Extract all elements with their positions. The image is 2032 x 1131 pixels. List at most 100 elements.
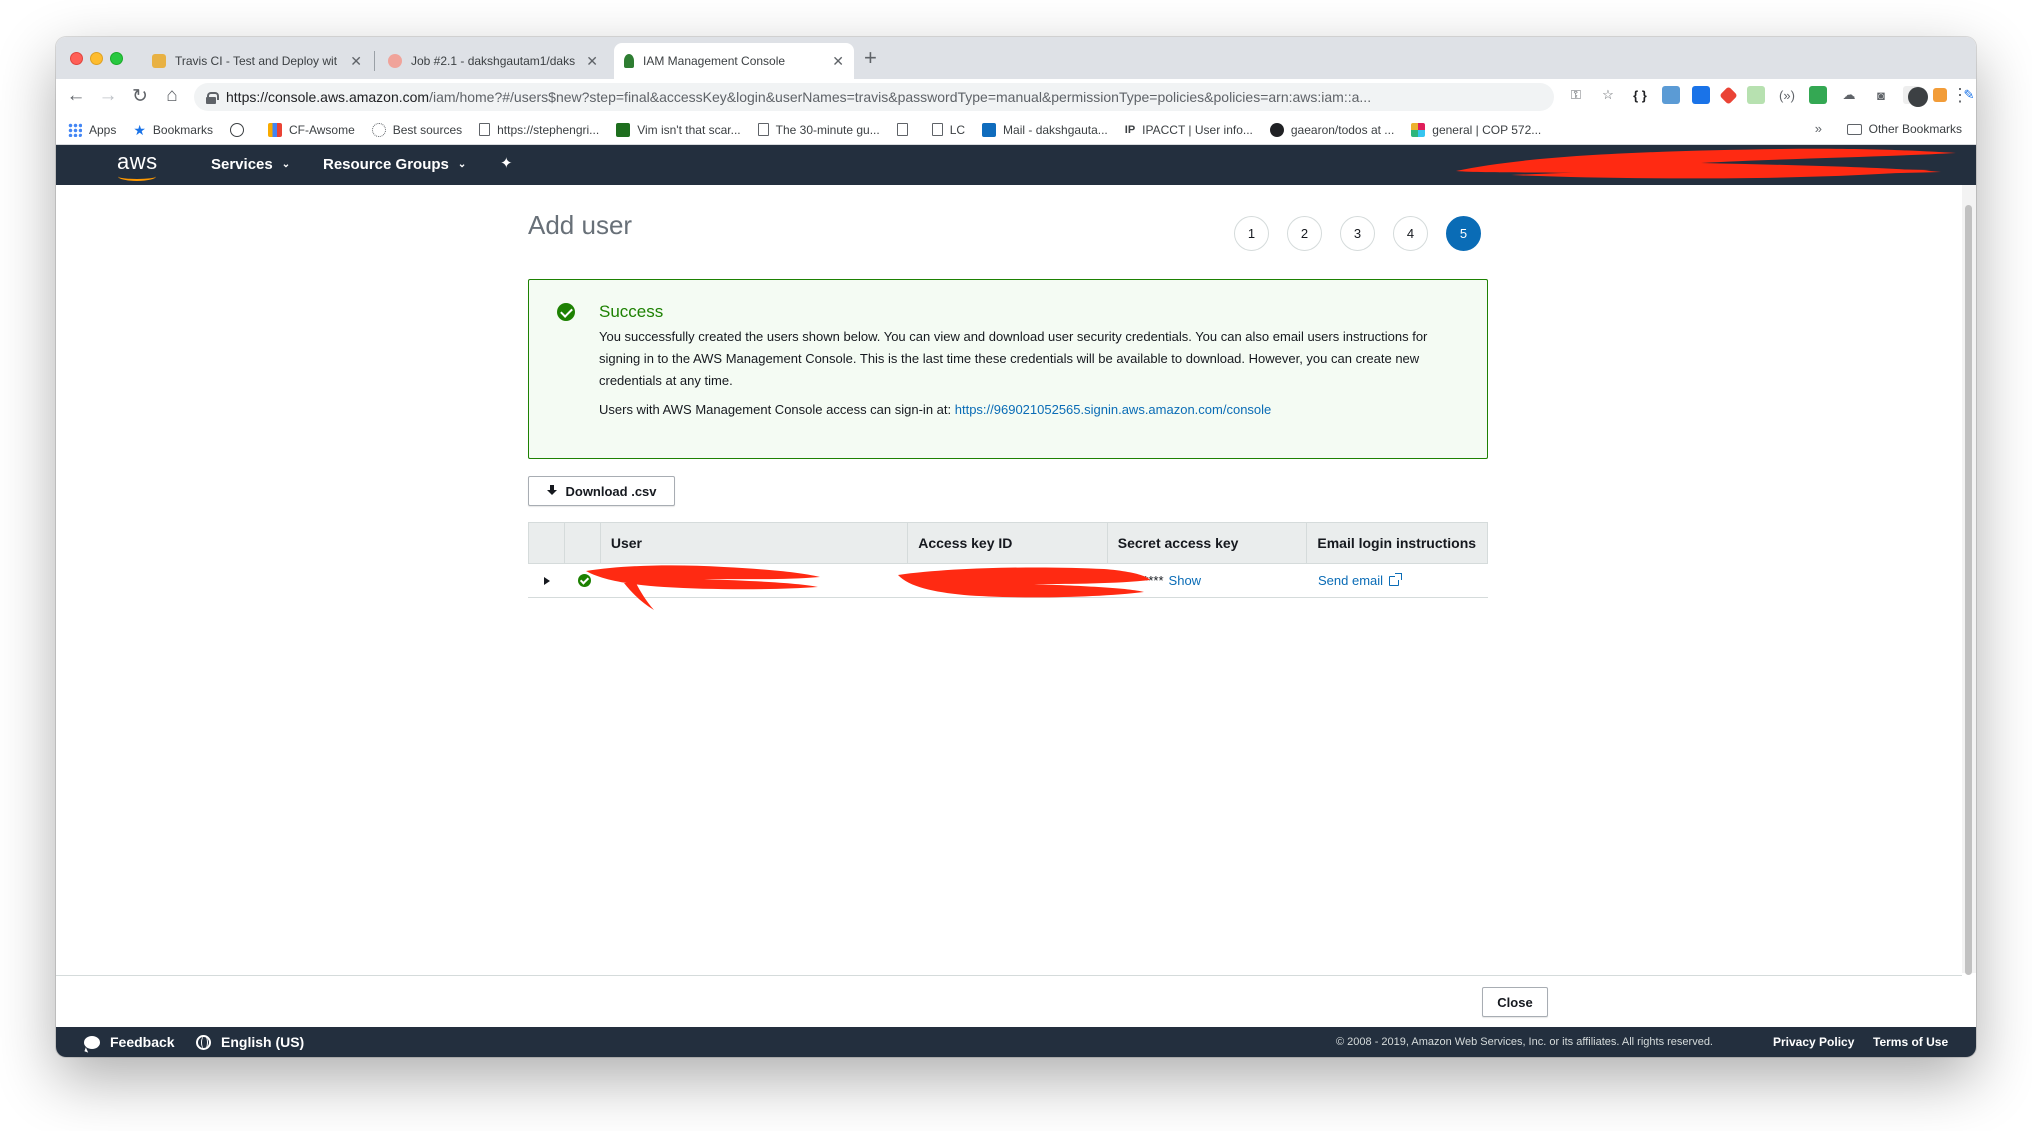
close-tab-icon[interactable]: ✕ [832,53,844,70]
extension-fox-icon[interactable] [1933,88,1947,102]
close-tab-icon[interactable]: ✕ [350,53,362,70]
terms-of-use-link[interactable]: Terms of Use [1873,1035,1948,1049]
extension-code-icon[interactable]: (») [1777,85,1797,105]
table-header: User Access key ID Secret access key Ema… [528,522,1488,564]
camera-icon[interactable]: ◙ [1871,85,1891,105]
lock-icon [206,91,219,104]
bookmark-30-minute[interactable]: The 30-minute gu... [757,122,880,137]
bookmark-best-sources[interactable]: Best sources [371,122,463,137]
other-bookmarks-label: Other Bookmarks [1868,122,1962,136]
step-2[interactable]: 2 [1287,216,1322,251]
home-icon[interactable]: ⌂ [160,85,184,107]
extension-timer-icon[interactable] [1692,86,1710,104]
other-bookmarks[interactable]: Other Bookmarks [1846,122,1962,136]
signin-url-link[interactable]: https://969021052565.signin.aws.amazon.c… [955,402,1272,417]
alert-body: You successfully created the users shown… [599,329,1428,388]
speech-bubble-icon [84,1035,100,1049]
wizard-steps: 1 2 3 4 5 [1234,216,1481,251]
json-extension-icon[interactable]: { } [1630,85,1650,105]
chevron-down-icon: ⌄ [457,159,467,170]
show-secret-link[interactable]: Show [1169,573,1202,588]
aws-smile-icon [118,172,156,181]
travis-favicon-icon [152,54,166,68]
resource-groups-menu[interactable]: Resource Groups ⌄ [323,156,466,173]
github-icon [1269,122,1284,137]
reload-icon[interactable]: ↻ [128,85,152,108]
maximize-window-button[interactable] [110,52,123,65]
bookmark-label: The 30-minute gu... [775,122,880,137]
bookmark-stephengrider[interactable]: https://stephengri... [479,123,599,137]
forward-arrow-icon[interactable]: → [96,85,120,107]
bookmark-general[interactable]: general | COP 572... [1411,122,1541,137]
browser-toolbar: ← → ↻ ⌂ https://console.aws.amazon.com/i… [56,79,1976,115]
tab-title: Job #2.1 - dakshgautam1/daks [411,54,576,68]
bookmark-apps[interactable]: Apps [68,122,116,137]
tab-travis-ci[interactable]: Travis CI - Test and Deploy wit ✕ [142,43,372,79]
step-4[interactable]: 4 [1393,216,1428,251]
bookmark-vim[interactable]: Vim isn't that scar... [616,122,741,137]
close-tab-icon[interactable]: ✕ [586,53,598,70]
pin-icon[interactable]: ✦ [500,154,513,172]
bookmark-blank-page[interactable] [896,123,915,136]
email-cell: Send email [1308,564,1488,597]
tab-iam-console[interactable]: IAM Management Console ✕ [614,43,854,79]
cloud-icon[interactable]: ☁ [1839,85,1859,105]
extension-sheet-icon[interactable] [1747,86,1765,104]
feedback-link[interactable]: Feedback [84,1034,175,1050]
chevron-down-icon: ⌄ [281,159,291,170]
extension-color-icon[interactable] [1719,85,1738,105]
bookmark-atom[interactable] [229,122,251,137]
address-bar[interactable]: https://console.aws.amazon.com/iam/home?… [194,83,1554,111]
header-status [565,523,601,563]
page-icon [757,123,769,136]
tab-separator [374,51,375,71]
privacy-policy-link[interactable]: Privacy Policy [1773,1035,1854,1049]
tab-job[interactable]: Job #2.1 - dakshgautam1/daks ✕ [378,43,608,79]
close-button[interactable]: Close [1482,987,1548,1017]
extension-green-icon[interactable] [1809,86,1827,104]
browser-menu-icon[interactable]: ⋮ [1951,85,1969,106]
success-alert: Success You successfully created the use… [528,279,1488,459]
expand-row-cell[interactable] [528,564,564,597]
bookmarks-overflow-button[interactable]: » [1815,121,1822,136]
bookmark-lc[interactable]: LC [931,122,966,137]
bookmark-mail[interactable]: Mail - dakshgauta... [982,122,1108,137]
header-email-login: Email login instructions [1317,535,1477,551]
close-window-button[interactable] [70,52,83,65]
step-3[interactable]: 3 [1340,216,1375,251]
services-menu[interactable]: Services ⌄ [211,156,290,173]
iam-favicon-icon [624,54,634,68]
outlook-icon [982,122,997,137]
footer-separator [56,975,1962,976]
folder-icon [1846,123,1862,135]
page-icon [896,123,908,136]
star-icon[interactable]: ☆ [1598,85,1618,105]
profile-avatar[interactable] [1908,87,1928,107]
bookmark-label: gaearon/todos at ... [1290,122,1395,137]
language-selector[interactable]: English (US) [196,1034,304,1050]
redacted-username [586,565,820,610]
bookmark-label: Vim isn't that scar... [637,122,741,137]
atom-icon [229,122,244,137]
extension-pen-icon[interactable] [1662,86,1680,104]
url-host: https://console.aws.amazon.com [226,89,430,105]
bookmark-label: LC [949,122,966,137]
bookmark-ipacct[interactable]: IP IPACCT | User info... [1125,123,1253,137]
tab-title: IAM Management Console [643,54,786,68]
scrollbar-thumb[interactable] [1965,205,1972,975]
bookmark-bookmarks[interactable]: ★ Bookmarks [133,123,213,137]
back-arrow-icon[interactable]: ← [64,85,88,107]
step-5[interactable]: 5 [1446,216,1481,251]
bookmark-label: Best sources [392,122,463,137]
key-icon[interactable]: ⚿ [1566,85,1586,105]
minimize-window-button[interactable] [90,52,103,65]
bookmark-cf-awsome[interactable]: CF-Awsome [267,122,355,137]
header-expand [529,523,565,563]
send-email-link[interactable]: Send email [1318,573,1383,588]
download-csv-button[interactable]: Download .csv [528,476,675,506]
copyright-text: © 2008 - 2019, Amazon Web Services, Inc.… [1336,1036,1713,1048]
new-tab-button[interactable]: + [864,45,877,71]
bookmark-gaearon[interactable]: gaearon/todos at ... [1269,122,1395,137]
alert-signin: Users with AWS Management Console access… [599,402,1271,417]
step-1[interactable]: 1 [1234,216,1269,251]
